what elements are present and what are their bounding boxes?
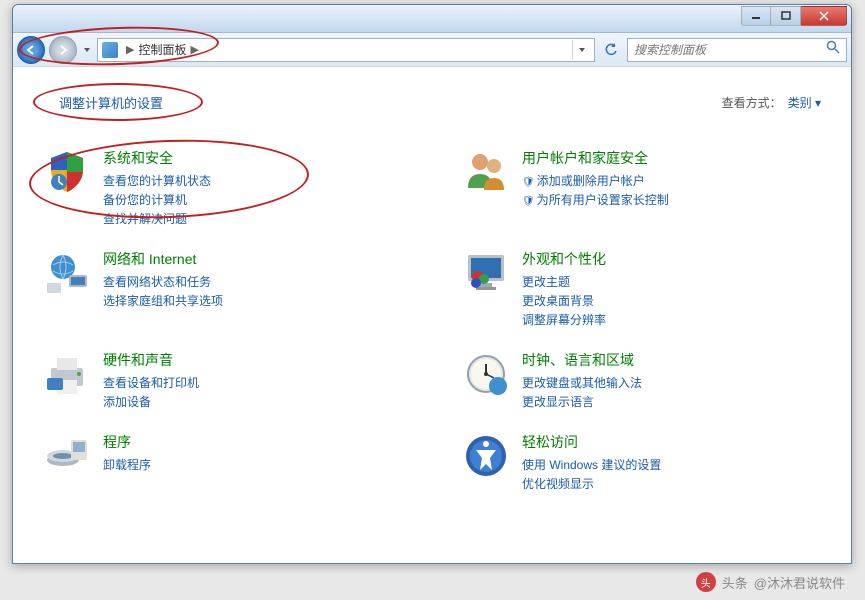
view-mode: 查看方式： 类别 ▾ (722, 94, 821, 111)
category-link[interactable]: 更改主题 (522, 273, 821, 290)
control-panel-window: ▶ 控制面板 ▶ 调整计算机的设置 查看方式： 类别 ▾ (12, 4, 852, 564)
refresh-button[interactable] (599, 38, 623, 62)
content-area: 调整计算机的设置 查看方式： 类别 ▾ 系统和安全 查看您的计算机状态 备份您的… (13, 67, 851, 563)
titlebar (13, 5, 851, 33)
view-mode-label: 查看方式： (722, 94, 782, 111)
accessibility-icon (462, 432, 510, 480)
watermark-icon: 头 (696, 572, 716, 592)
category-clock-region: 时钟、语言和区域 更改键盘或其他输入法 更改显示语言 (462, 350, 821, 412)
category-title[interactable]: 硬件和声音 (103, 350, 402, 370)
category-programs: 程序 卸载程序 (43, 432, 402, 494)
category-link[interactable]: 调整屏幕分辨率 (522, 311, 821, 328)
forward-button[interactable] (49, 36, 77, 64)
category-title[interactable]: 网络和 Internet (103, 249, 402, 269)
monitor-icon (462, 249, 510, 297)
category-title[interactable]: 轻松访问 (522, 432, 821, 452)
category-link[interactable]: 查看您的计算机状态 (103, 172, 402, 189)
category-title[interactable]: 系统和安全 (103, 148, 402, 168)
control-panel-icon (102, 42, 118, 58)
category-hardware: 硬件和声音 查看设备和打印机 添加设备 (43, 350, 402, 412)
address-dropdown[interactable] (572, 40, 590, 60)
category-link[interactable]: 更改键盘或其他输入法 (522, 374, 821, 391)
category-link[interactable]: 查找并解决问题 (103, 210, 402, 227)
category-user-accounts: 用户帐户和家庭安全 添加或删除用户帐户 为所有用户设置家长控制 (462, 148, 821, 229)
category-link[interactable]: 更改桌面背景 (522, 292, 821, 309)
users-icon (462, 148, 510, 196)
category-link[interactable]: 卸载程序 (103, 456, 402, 473)
navigation-bar: ▶ 控制面板 ▶ (13, 33, 851, 67)
breadcrumb-sep-icon: ▶ (190, 43, 198, 56)
minimize-button[interactable] (741, 6, 771, 26)
page-title: 调整计算机的设置 (43, 87, 179, 118)
category-link[interactable]: 优化视频显示 (522, 475, 821, 492)
maximize-button[interactable] (771, 6, 801, 26)
address-bar[interactable]: ▶ 控制面板 ▶ (97, 38, 595, 62)
category-link[interactable]: 使用 Windows 建议的设置 (522, 456, 821, 473)
category-title[interactable]: 用户帐户和家庭安全 (522, 148, 821, 168)
clock-icon (462, 350, 510, 398)
view-mode-dropdown[interactable]: 类别 ▾ (788, 94, 821, 111)
search-input[interactable] (634, 43, 826, 57)
search-box[interactable] (627, 38, 847, 62)
printer-icon (43, 350, 91, 398)
category-link[interactable]: 更改显示语言 (522, 393, 821, 410)
search-icon (826, 40, 840, 59)
category-link[interactable]: 查看网络状态和任务 (103, 273, 402, 290)
watermark-text: @沐沐君说软件 (754, 573, 845, 592)
category-link[interactable]: 添加设备 (103, 393, 402, 410)
category-link[interactable]: 添加或删除用户帐户 (522, 172, 821, 189)
category-title[interactable]: 外观和个性化 (522, 249, 821, 269)
category-appearance: 外观和个性化 更改主题 更改桌面背景 调整屏幕分辨率 (462, 249, 821, 330)
category-link[interactable]: 查看设备和打印机 (103, 374, 402, 391)
category-link[interactable]: 选择家庭组和共享选项 (103, 292, 402, 309)
breadcrumb-root[interactable]: 控制面板 (138, 41, 186, 58)
category-link[interactable]: 为所有用户设置家长控制 (522, 191, 821, 208)
programs-icon (43, 432, 91, 480)
category-title[interactable]: 时钟、语言和区域 (522, 350, 821, 370)
category-grid: 系统和安全 查看您的计算机状态 备份您的计算机 查找并解决问题 用户帐户和家庭安… (43, 148, 821, 494)
shield-icon (43, 148, 91, 196)
watermark: 头 头条 @沐沐君说软件 (696, 572, 845, 592)
category-link[interactable]: 备份您的计算机 (103, 191, 402, 208)
category-title[interactable]: 程序 (103, 432, 402, 452)
close-button[interactable] (801, 6, 847, 26)
nav-history-dropdown[interactable] (81, 46, 93, 54)
category-ease-of-access: 轻松访问 使用 Windows 建议的设置 优化视频显示 (462, 432, 821, 494)
category-network: 网络和 Internet 查看网络状态和任务 选择家庭组和共享选项 (43, 249, 402, 330)
category-system-security: 系统和安全 查看您的计算机状态 备份您的计算机 查找并解决问题 (43, 148, 402, 229)
breadcrumb-sep-icon: ▶ (126, 43, 134, 56)
network-icon (43, 249, 91, 297)
watermark-prefix: 头条 (722, 573, 748, 592)
back-button[interactable] (17, 36, 45, 64)
